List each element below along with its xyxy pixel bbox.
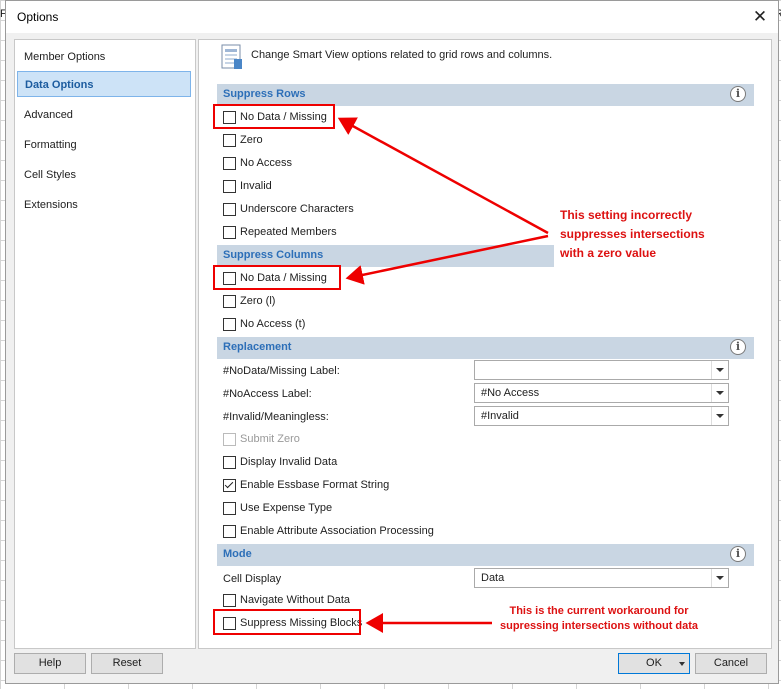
arrow-to-rows xyxy=(337,117,549,235)
annotation-line: This setting incorrectly xyxy=(560,208,693,222)
arrow-to-columns xyxy=(345,234,549,285)
annotation-line: This is the current workaround for xyxy=(509,605,689,617)
annotation-line: suppresses intersections xyxy=(560,227,705,241)
annotation-line: supressing intersections without data xyxy=(500,620,699,632)
annotation-line: with a zero value xyxy=(560,246,657,260)
annotation-top: This setting incorrectly suppresses inte… xyxy=(560,206,705,263)
annotation-arrows xyxy=(337,117,549,633)
annotation-bottom: This is the current workaround for supre… xyxy=(500,604,698,634)
